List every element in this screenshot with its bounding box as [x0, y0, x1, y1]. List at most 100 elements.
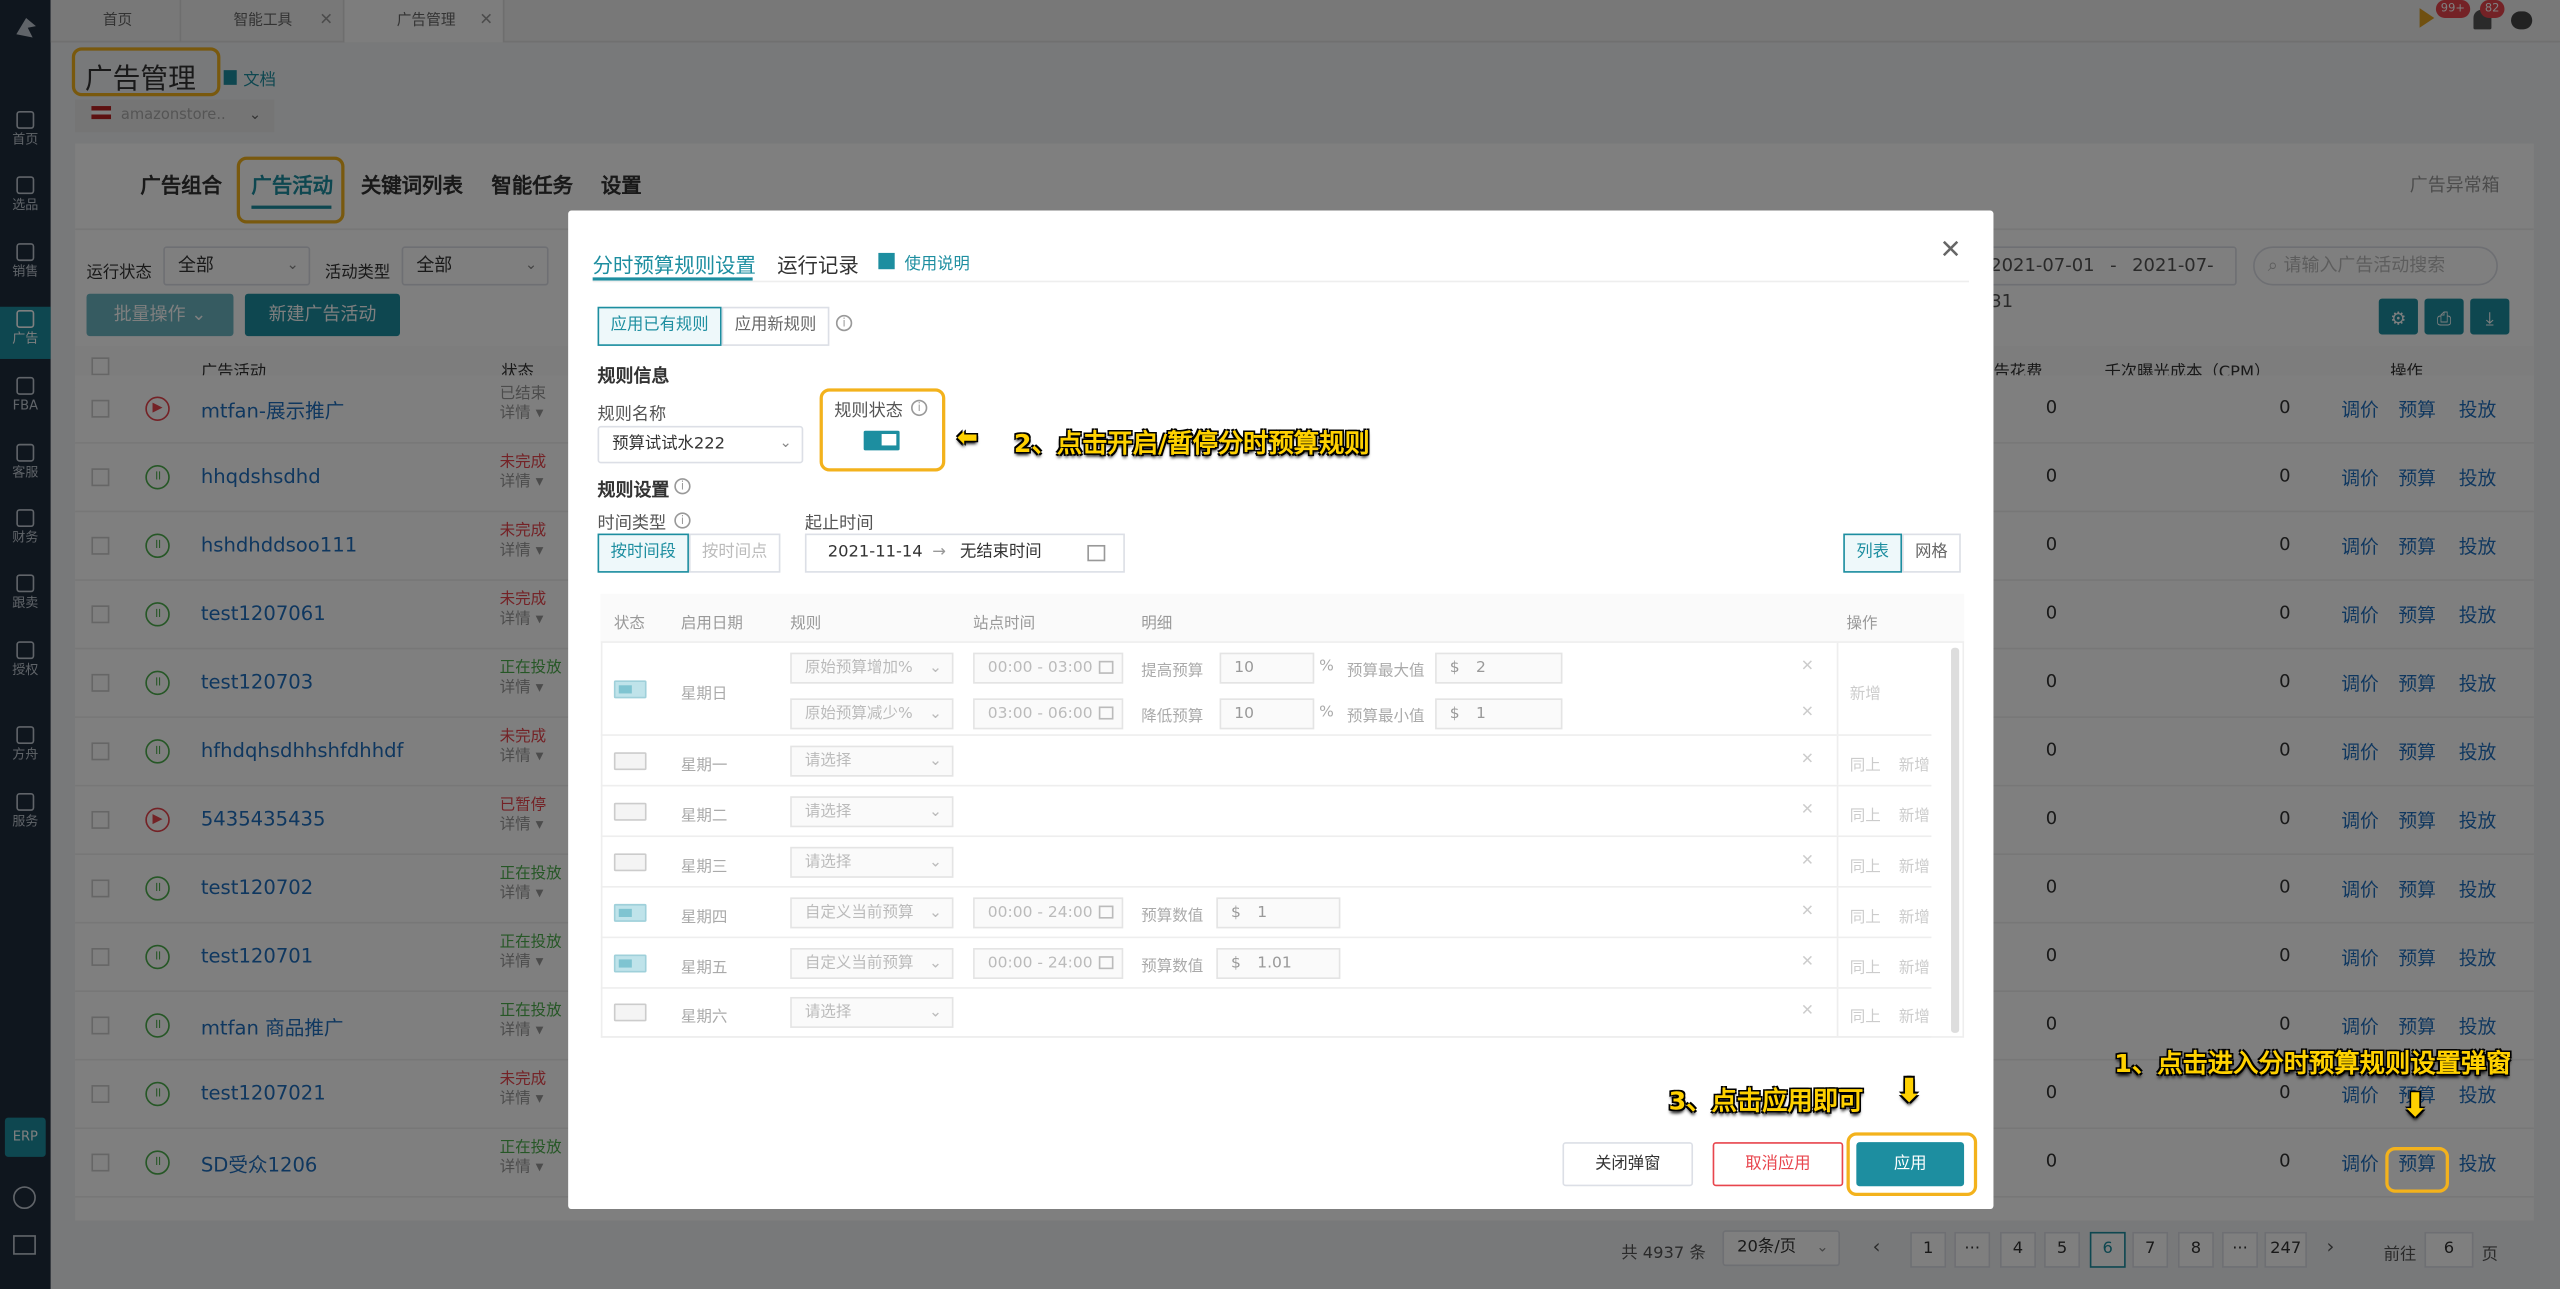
info-icon[interactable]: i [674, 512, 691, 529]
calendar-icon [1098, 904, 1114, 918]
detail-value-input[interactable]: 10 [1219, 698, 1315, 730]
grid-col-detail: 明细 [1141, 615, 1173, 634]
currency-symbol: $ [1231, 903, 1241, 922]
site-time-input[interactable]: 03:00 - 06:00 [973, 698, 1124, 730]
rule-type-value: 请选择 [804, 1003, 852, 1022]
copy-above-link[interactable]: 同上 [1850, 1003, 1881, 1026]
tabs-divider [592, 280, 1969, 283]
copy-above-link[interactable]: 同上 [1850, 751, 1881, 774]
grid-col-rule: 规则 [790, 615, 822, 634]
date-range-label: 起止时间 [804, 513, 874, 534]
apply-button-highlight [1846, 1132, 1978, 1196]
close-modal-button[interactable]: 关闭弹窗 [1562, 1142, 1694, 1187]
view-grid-toggle[interactable]: 网格 [1902, 533, 1961, 573]
currency-symbol: $ [1449, 659, 1460, 678]
rule-settings-section-title: 规则设置 [597, 479, 670, 501]
copy-above-link[interactable]: 同上 [1850, 802, 1881, 825]
day-label: 星期六 [680, 1008, 728, 1027]
usage-guide-link[interactable]: 使用说明 [878, 250, 970, 274]
cancel-apply-button[interactable]: 取消应用 [1712, 1142, 1844, 1187]
add-rule-link[interactable]: 新增 [1899, 802, 1930, 825]
grid-scrollbar[interactable] [1951, 647, 1960, 1033]
step3-arrow-icon: ⬇ [1895, 1070, 1923, 1110]
day-toggle[interactable] [613, 852, 647, 871]
day-toggle[interactable] [613, 953, 647, 972]
rule-type-select[interactable]: 请选择 ⌄ [790, 846, 954, 878]
chevron-down-icon: ⌄ [929, 704, 943, 723]
rule-type-select[interactable]: 自定义当前预算 ⌄ [790, 896, 954, 928]
site-time-input[interactable]: 00:00 - 03:00 [973, 652, 1124, 684]
add-rule-link[interactable]: 新增 [1899, 853, 1930, 875]
tab-budget-rule-settings[interactable]: 分时预算规则设置 [593, 248, 756, 279]
info-icon[interactable]: i [835, 314, 853, 332]
delete-rule-icon[interactable]: ✕ [1801, 750, 1814, 768]
delete-rule-icon[interactable]: ✕ [1801, 658, 1814, 676]
day-toggle[interactable] [613, 1003, 647, 1022]
rule-name-select[interactable]: 预算试试水222 ⌄ [597, 425, 804, 464]
rule-type-select[interactable]: 请选择 ⌄ [790, 744, 954, 776]
grid-col-status: 状态 [613, 615, 645, 634]
time-point-option[interactable]: 按时间点 [688, 533, 781, 573]
day-label: 星期五 [680, 958, 728, 977]
apply-new-rule-toggle[interactable]: 应用新规则 [721, 306, 830, 346]
rule-type-select[interactable]: 原始预算减少% ⌄ [790, 698, 954, 730]
delete-rule-icon[interactable]: ✕ [1801, 952, 1814, 970]
day-label: 星期二 [680, 806, 728, 825]
delete-rule-icon[interactable]: ✕ [1801, 1002, 1814, 1020]
add-rule-link[interactable]: 新增 [1899, 751, 1930, 774]
op-column-divider [1836, 786, 1839, 836]
rule-row-6: 星期六 请选择 ⌄ ✕ 同上 新增 [600, 988, 1932, 1038]
rule-type-value: 原始预算减少% [804, 704, 913, 723]
delete-rule-icon[interactable]: ✕ [1801, 901, 1814, 919]
view-list-toggle[interactable]: 列表 [1843, 533, 1903, 573]
limit-value-input[interactable]: $2 [1435, 652, 1563, 684]
limit-value-input[interactable]: $1 [1435, 698, 1563, 730]
op-column-divider [1836, 642, 1839, 735]
rule-type-select[interactable]: 请选择 ⌄ [790, 996, 954, 1028]
day-label: 星期四 [680, 908, 728, 926]
limit-label: 预算最小值 [1346, 708, 1425, 727]
info-icon[interactable]: i [674, 478, 691, 495]
rule-type-value: 请选择 [804, 751, 852, 770]
close-icon[interactable]: ✕ [1940, 233, 1962, 264]
chevron-down-icon: ⌄ [929, 801, 943, 820]
chevron-down-icon: ⌄ [929, 903, 943, 922]
chevron-down-icon: ⌄ [929, 1003, 943, 1022]
grid-col-actions: 操作 [1846, 615, 1878, 634]
site-time-input[interactable]: 00:00 - 24:00 [973, 896, 1124, 928]
day-toggle[interactable] [613, 751, 647, 770]
apply-existing-rule-toggle[interactable]: 应用已有规则 [597, 306, 722, 346]
budget-value-input[interactable]: $1 [1216, 896, 1341, 928]
add-rule-link[interactable]: 新增 [1899, 903, 1930, 926]
day-toggle[interactable] [613, 801, 647, 820]
delete-rule-icon[interactable]: ✕ [1801, 800, 1814, 818]
calendar-icon [1098, 660, 1114, 674]
rule-row-0: 星期日 原始预算增加% ⌄ 00:00 - 03:00 提高预算 10% 预算最大值 $2 ✕ 原… [600, 642, 1932, 736]
rule-type-select[interactable]: 自定义当前预算 ⌄ [790, 947, 954, 979]
day-toggle[interactable] [613, 679, 647, 698]
day-label: 星期日 [680, 684, 728, 703]
tab-run-log[interactable]: 运行记录 [777, 248, 859, 279]
day-label: 星期一 [680, 756, 728, 775]
day-toggle[interactable] [613, 903, 647, 922]
budget-op-highlight [2385, 1147, 2449, 1193]
date-range-input[interactable]: 2021-11-14 → 无结束时间 [804, 533, 1125, 573]
rule-status-highlight [819, 388, 946, 472]
copy-above-link[interactable]: 同上 [1850, 903, 1881, 926]
rule-type-select[interactable]: 请选择 ⌄ [790, 795, 954, 827]
add-rule-link[interactable]: 新增 [1899, 954, 1930, 977]
add-rule-link[interactable]: 新增 [1850, 680, 1881, 702]
rule-type-select[interactable]: 原始预算增加% ⌄ [790, 652, 954, 684]
budget-value-input[interactable]: $1.01 [1216, 947, 1341, 979]
add-rule-link[interactable]: 新增 [1899, 1003, 1930, 1026]
copy-above-link[interactable]: 同上 [1850, 853, 1881, 875]
site-time-input[interactable]: 00:00 - 24:00 [973, 947, 1124, 979]
grid-col-site-time: 站点时间 [973, 615, 1036, 634]
step2-arrow-icon: ⬅ [956, 422, 978, 452]
detail-value-input[interactable]: 10 [1219, 652, 1315, 684]
copy-above-link[interactable]: 同上 [1850, 954, 1881, 977]
delete-rule-icon[interactable]: ✕ [1801, 851, 1814, 869]
chevron-down-icon: ⌄ [929, 953, 943, 972]
delete-rule-icon[interactable]: ✕ [1801, 703, 1814, 721]
time-period-option[interactable]: 按时间段 [597, 533, 689, 573]
